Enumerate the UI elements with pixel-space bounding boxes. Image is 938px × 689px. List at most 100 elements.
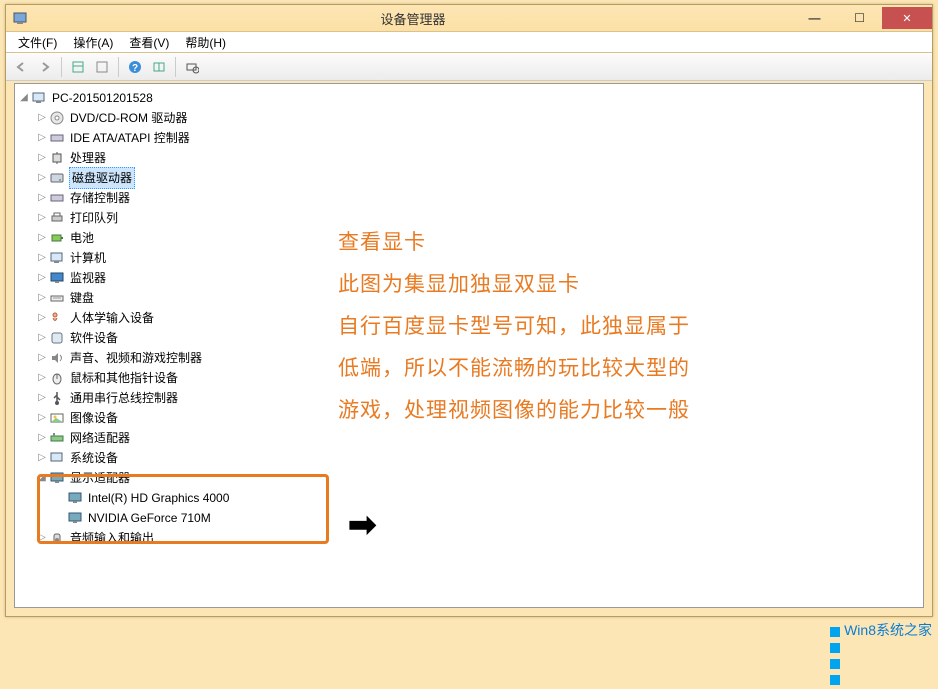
device-category-icon (49, 530, 65, 546)
tree-item-label: 音频输入和输出 (69, 528, 155, 548)
device-manager-window: 设备管理器 文件(F) 操作(A) 查看(V) 帮助(H) ? ◢ PC-20 (5, 4, 933, 617)
scan-hardware-button[interactable] (181, 56, 203, 78)
toolbar-btn-3[interactable] (148, 56, 170, 78)
tree-item[interactable]: ▷NVIDIA GeForce 710M (17, 508, 921, 528)
minimize-button[interactable] (792, 7, 837, 29)
tree-item[interactable]: ▷ DVD/CD-ROM 驱动器 (17, 108, 921, 128)
tree-item-label: DVD/CD-ROM 驱动器 (69, 108, 188, 128)
tree-item[interactable]: ▷ 人体学输入设备 (17, 308, 921, 328)
expand-icon[interactable]: ▷ (35, 108, 49, 128)
expand-icon[interactable]: ▷ (35, 388, 49, 408)
tree-item[interactable]: ▷ 鼠标和其他指针设备 (17, 368, 921, 388)
tree-item[interactable]: ▷ 电池 (17, 228, 921, 248)
expand-icon[interactable]: ▷ (35, 408, 49, 428)
device-category-icon (49, 310, 65, 326)
forward-button[interactable] (34, 56, 56, 78)
help-button[interactable]: ? (124, 56, 146, 78)
tree-item-label: 图像设备 (69, 408, 119, 428)
app-icon (12, 10, 28, 26)
tree-item-label: 声音、视频和游戏控制器 (69, 348, 203, 368)
svg-text:?: ? (132, 63, 138, 74)
tree-item-label: 电池 (69, 228, 95, 248)
close-button[interactable] (882, 7, 932, 29)
watermark-text: Win8系统之家 (844, 620, 932, 640)
device-category-icon (49, 270, 65, 286)
menu-file[interactable]: 文件(F) (10, 32, 65, 53)
tree-item-label: 人体学输入设备 (69, 308, 155, 328)
tree-item[interactable]: ▷ 网络适配器 (17, 428, 921, 448)
expand-icon[interactable]: ▷ (35, 148, 49, 168)
tree-item-label: 监视器 (69, 268, 107, 288)
menu-view[interactable]: 查看(V) (121, 32, 177, 53)
tree-item-label: 处理器 (69, 148, 107, 168)
expand-icon[interactable]: ▷ (35, 308, 49, 328)
expand-icon[interactable]: ▷ (35, 168, 49, 188)
toolbar-btn-2[interactable] (91, 56, 113, 78)
device-category-icon (49, 130, 65, 146)
tree-item[interactable]: ▷ 存储控制器 (17, 188, 921, 208)
expand-icon[interactable]: ▷ (35, 328, 49, 348)
tree-item[interactable]: ◢ 显示适配器 (17, 468, 921, 488)
device-tree[interactable]: ◢ PC-201501201528 ▷ DVD/CD-ROM 驱动器 ▷ IDE AT… (15, 84, 923, 552)
tree-item-label: NVIDIA GeForce 710M (87, 508, 212, 528)
tree-root[interactable]: ◢ PC-201501201528 (17, 88, 921, 108)
tree-item-label: 存储控制器 (69, 188, 131, 208)
expand-icon[interactable]: ▷ (35, 368, 49, 388)
watermark: Win8系统之家 (828, 620, 932, 640)
tree-item[interactable]: ▷ 系统设备 (17, 448, 921, 468)
tree-item-label: 系统设备 (69, 448, 119, 468)
expand-icon[interactable]: ◢ (35, 468, 49, 488)
expand-icon[interactable]: ▷ (35, 208, 49, 228)
expand-icon[interactable]: ▷ (35, 188, 49, 208)
menu-action[interactable]: 操作(A) (65, 32, 121, 53)
tree-item[interactable]: ▷键盘 (17, 288, 921, 308)
menubar: 文件(F) 操作(A) 查看(V) 帮助(H) (6, 31, 932, 53)
toolbar-separator (118, 57, 119, 77)
expand-icon[interactable]: ▷ (35, 248, 49, 268)
menu-help[interactable]: 帮助(H) (177, 32, 234, 53)
computer-icon (31, 90, 47, 106)
tree-item[interactable]: ▷ 计算机 (17, 248, 921, 268)
toolbar-btn-1[interactable] (67, 56, 89, 78)
device-category-icon (49, 410, 65, 426)
expand-icon[interactable]: ▷ (35, 348, 49, 368)
tree-item[interactable]: ▷Intel(R) HD Graphics 4000 (17, 488, 921, 508)
tree-item-label: 显示适配器 (69, 468, 131, 488)
tree-item-label: 计算机 (69, 248, 107, 268)
tree-item[interactable]: ▷软件设备 (17, 328, 921, 348)
expand-icon[interactable]: ▷ (35, 268, 49, 288)
expand-icon[interactable]: ▷ (35, 128, 49, 148)
expand-icon[interactable]: ▷ (35, 528, 49, 548)
device-category-icon (49, 110, 65, 126)
collapse-icon[interactable]: ◢ (17, 88, 31, 108)
tree-item[interactable]: ▷ 监视器 (17, 268, 921, 288)
tree-item[interactable]: ▷ 音频输入和输出 (17, 528, 921, 548)
device-category-icon (49, 150, 65, 166)
expand-icon[interactable]: ▷ (35, 428, 49, 448)
tree-item[interactable]: ▷ 通用串行总线控制器 (17, 388, 921, 408)
tree-item[interactable]: ▷ 图像设备 (17, 408, 921, 428)
expand-icon[interactable]: ▷ (35, 448, 49, 468)
tree-item[interactable]: ▷ 处理器 (17, 148, 921, 168)
tree-item[interactable]: ▷磁盘驱动器 (17, 168, 921, 188)
tree-item[interactable]: ▷ IDE ATA/ATAPI 控制器 (17, 128, 921, 148)
expand-icon[interactable]: ▷ (35, 288, 49, 308)
window-controls (792, 7, 932, 29)
tree-item-label: 鼠标和其他指针设备 (69, 368, 179, 388)
tree-item-label: 通用串行总线控制器 (69, 388, 179, 408)
tree-item-label: 网络适配器 (69, 428, 131, 448)
tree-item-label: IDE ATA/ATAPI 控制器 (69, 128, 191, 148)
device-category-icon (49, 390, 65, 406)
toolbar-separator (175, 57, 176, 77)
maximize-button[interactable] (837, 7, 882, 29)
tree-item[interactable]: ▷ 声音、视频和游戏控制器 (17, 348, 921, 368)
display-adapter-icon (67, 490, 83, 506)
expand-icon[interactable]: ▷ (35, 228, 49, 248)
device-category-icon (49, 170, 65, 186)
back-button[interactable] (10, 56, 32, 78)
titlebar[interactable]: 设备管理器 (6, 5, 932, 31)
toolbar: ? (6, 53, 932, 81)
device-category-icon (49, 330, 65, 346)
tree-item-label: 打印队列 (69, 208, 119, 228)
tree-item[interactable]: ▷ 打印队列 (17, 208, 921, 228)
